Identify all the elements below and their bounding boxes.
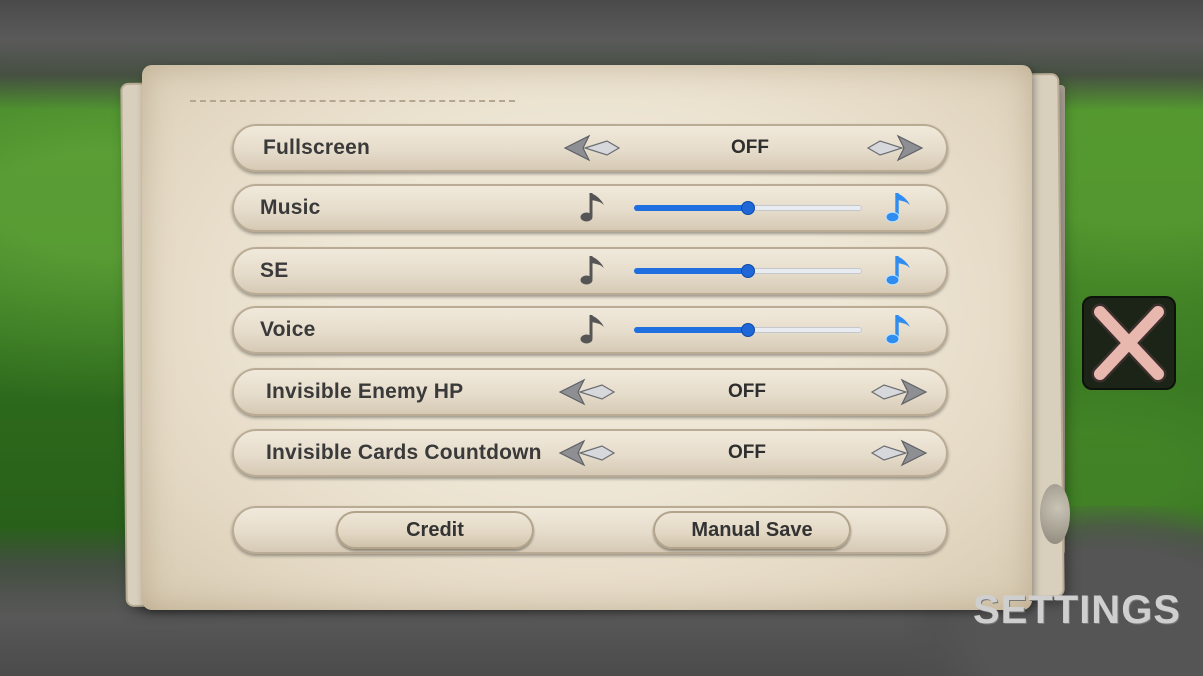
action-buttons-row: Credit Manual Save: [232, 506, 948, 554]
music-volume-slider[interactable]: [634, 202, 862, 214]
setting-value: OFF: [728, 381, 766, 402]
setting-value: OFF: [728, 442, 766, 463]
music-note-blue-icon[interactable]: [884, 252, 914, 290]
arrow-left-icon[interactable]: [558, 437, 616, 469]
coin-decoration: [1040, 484, 1070, 544]
setting-row-invisible-cards-countdown: Invisible Cards Countdown OFF: [232, 429, 948, 477]
slider-knob[interactable]: [742, 265, 754, 277]
setting-row-fullscreen: Fullscreen OFF: [232, 124, 948, 172]
slider-fill: [634, 268, 748, 274]
setting-label: Fullscreen: [263, 136, 371, 159]
setting-label: Invisible Enemy HP: [266, 380, 464, 403]
slider-fill: [634, 327, 748, 333]
setting-row-se: SE: [232, 247, 948, 295]
close-button[interactable]: [1084, 298, 1174, 388]
slider-knob[interactable]: [742, 324, 754, 336]
music-note-icon[interactable]: [578, 311, 608, 349]
music-note-icon[interactable]: [578, 189, 608, 227]
setting-row-music: Music: [232, 184, 948, 232]
close-icon: [1091, 303, 1167, 383]
slider-knob[interactable]: [742, 202, 754, 214]
setting-value: OFF: [731, 137, 769, 158]
music-note-blue-icon[interactable]: [884, 189, 914, 227]
setting-label: SE: [260, 259, 289, 282]
setting-label: Invisible Cards Countdown: [266, 441, 542, 464]
setting-row-voice: Voice: [232, 306, 948, 354]
credit-button[interactable]: Credit: [336, 511, 534, 549]
arrow-left-icon[interactable]: [563, 132, 621, 164]
arrow-left-icon[interactable]: [558, 376, 616, 408]
arrow-right-icon[interactable]: [870, 376, 928, 408]
setting-label: Voice: [260, 318, 316, 341]
music-note-icon[interactable]: [578, 252, 608, 290]
manual-save-button[interactable]: Manual Save: [653, 511, 851, 549]
arrow-right-icon[interactable]: [866, 132, 924, 164]
arrow-right-icon[interactable]: [870, 437, 928, 469]
screen-title: SETTINGS: [972, 588, 1181, 632]
se-volume-slider[interactable]: [634, 265, 862, 277]
slider-fill: [634, 205, 748, 211]
voice-volume-slider[interactable]: [634, 324, 862, 336]
setting-label: Music: [260, 196, 321, 219]
music-note-blue-icon[interactable]: [884, 311, 914, 349]
setting-row-invisible-enemy-hp: Invisible Enemy HP OFF: [232, 368, 948, 416]
